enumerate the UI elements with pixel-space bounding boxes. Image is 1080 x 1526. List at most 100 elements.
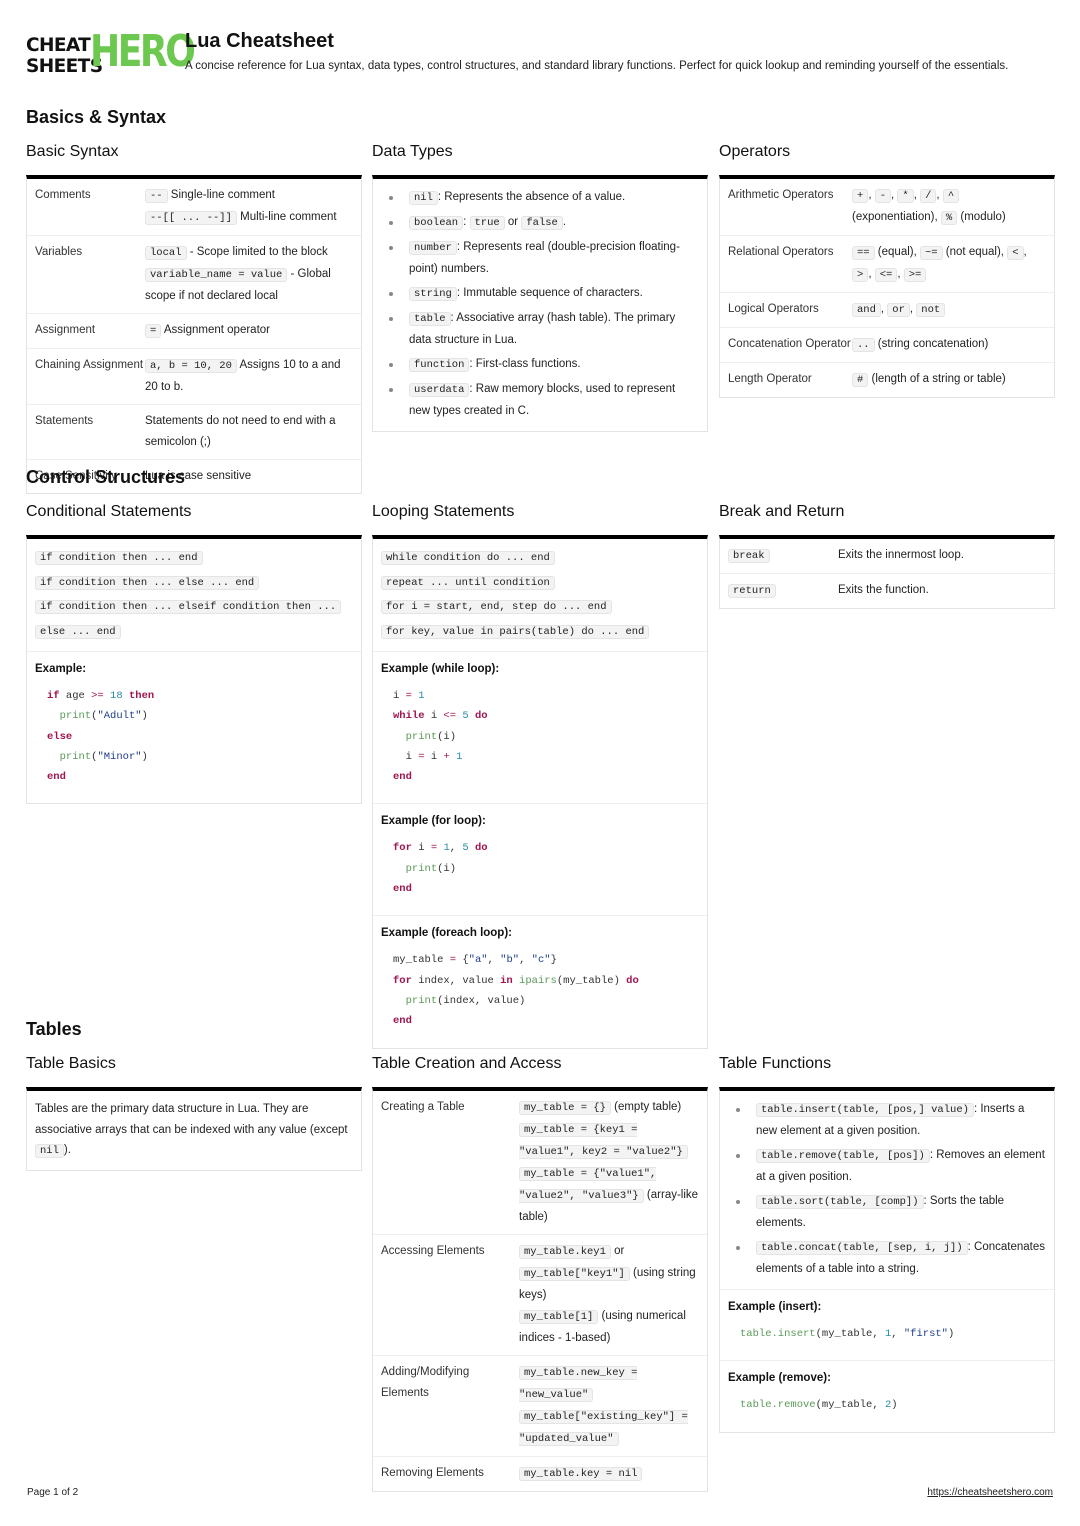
table-row: Arithmetic Operators +, -, *, /, ^ (expo… — [720, 179, 1054, 236]
table-row: break Exits the innermost loop. — [720, 539, 1054, 574]
card-title: Operators — [719, 143, 791, 160]
inline-code: / — [920, 189, 937, 203]
table-row: Comments -- Single-line comment --[[ ...… — [27, 179, 361, 236]
inline-code: == — [852, 246, 875, 260]
inline-code: + — [852, 189, 869, 203]
code-example-for: Example (for loop): for i = 1, 5 do prin… — [373, 804, 707, 917]
card-title: Looping Statements — [372, 503, 515, 520]
inline-code: true — [469, 216, 505, 230]
inline-code: function — [409, 358, 470, 372]
table-row: Chaining Assignment a, b = 10, 20 Assign… — [27, 349, 361, 405]
list-item: nil: Represents the absence of a value. — [387, 187, 699, 209]
card-title: Conditional Statements — [26, 503, 192, 520]
card-title: Table Creation and Access — [372, 1055, 562, 1072]
table-row: Assignment = Assignment operator — [27, 314, 361, 349]
inline-code: # — [852, 373, 869, 387]
table-row: Statements Statements do not need to end… — [27, 405, 361, 460]
inline-code: table.insert(table, [pos,] value) — [756, 1103, 974, 1117]
inline-code: variable_name = value — [145, 268, 288, 282]
inline-code: my_table = {"value1", "value2", "value3"… — [519, 1167, 657, 1203]
code-example-foreach: Example (foreach loop): my_table = {"a",… — [381, 927, 639, 1028]
logo-hero-text: HERO — [90, 26, 196, 77]
inline-code: * — [897, 189, 914, 203]
list-item: table.concat(table, [sep, i, j]): Concat… — [734, 1237, 1046, 1280]
inline-code: .. — [852, 338, 875, 352]
table-row: Variables local - Scope limited to the b… — [27, 236, 361, 314]
card-title: Table Functions — [719, 1055, 832, 1072]
inline-code: repeat ... until condition — [381, 575, 555, 590]
table-row: Logical Operators and, or, not — [720, 293, 1054, 328]
inline-code: my_table = {key1 = "value1", key2 = "val… — [519, 1123, 688, 1159]
inline-code: my_table["key1"] — [519, 1267, 630, 1281]
inline-code: table — [409, 312, 451, 326]
card-conditional: Conditional Statements if condition then… — [26, 501, 362, 805]
table-row: Creating a Table my_table = {} (empty ta… — [373, 1091, 707, 1235]
card-table-creation: Table Creation and Access Creating a Tab… — [372, 1053, 708, 1492]
page-description: A concise reference for Lua syntax, data… — [185, 60, 1009, 72]
table-row: Adding/Modifying Elements my_table.new_k… — [373, 1356, 707, 1457]
inline-code: ^ — [942, 189, 960, 203]
card-title: Data Types — [372, 143, 453, 160]
inline-code: my_table["existing_key"] = "updated_valu… — [519, 1410, 688, 1446]
page-header: CHEAT SHEETS HERO Lua Cheatsheet A concis… — [26, 28, 1056, 90]
table-row: Length Operator # (length of a string or… — [728, 373, 1006, 387]
inline-code: while condition do ... end — [381, 551, 555, 565]
card-title: Break and Return — [719, 503, 845, 520]
inline-code: if condition then ... end — [35, 551, 203, 565]
card-operators: Operators Arithmetic Operators +, -, *, … — [719, 141, 1055, 398]
code-example-remove: Example (remove): table.remove(my_table,… — [728, 1372, 898, 1412]
list-item: table.remove(table, [pos]): Removes an e… — [734, 1145, 1046, 1188]
inline-code: string — [409, 287, 457, 301]
inline-code: >= — [903, 268, 927, 282]
inline-code: a, b = 10, 20 — [145, 359, 237, 373]
inline-code: --[[ ... --]] — [145, 211, 237, 225]
inline-code: and — [852, 303, 881, 317]
page-number: Page 1 of 2 — [27, 1487, 79, 1498]
card-table-basics: Table Basics Tables are the primary data… — [26, 1053, 362, 1171]
inline-code: my_table = {} — [519, 1101, 611, 1115]
inline-code: > — [852, 268, 869, 282]
section-title-control: Control Structures — [26, 467, 186, 487]
card-data-types: Data Types nil: Represents the absence o… — [372, 141, 708, 432]
inline-code: for i = start, end, step do ... end — [381, 600, 612, 614]
inline-code: < — [1007, 246, 1024, 260]
inline-code: userdata — [409, 383, 470, 397]
inline-code: if condition then ... else ... end — [35, 575, 260, 590]
inline-code: if condition then ... elseif condition t… — [35, 600, 342, 614]
table-row: Accessing Elements my_table.key1 or my_t… — [373, 1235, 707, 1356]
inline-code: or — [887, 303, 910, 317]
inline-code: else ... end — [35, 624, 121, 639]
inline-code: boolean — [409, 216, 464, 230]
inline-code: my_table.key1 — [519, 1245, 611, 1259]
inline-code: my_table.new_key = "new_value" — [519, 1366, 638, 1402]
inline-code: my_table[1] — [519, 1310, 599, 1324]
inline-code: for key, value in pairs(table) do ... en… — [381, 624, 650, 639]
card-title: Table Basics — [26, 1055, 116, 1072]
code-example-while: Example (while loop): i = 1 while i <= 5… — [373, 652, 707, 805]
cheatsheetshero-logo[interactable]: CHEAT SHEETS HERO — [26, 28, 196, 78]
inline-code: local — [145, 246, 187, 260]
inline-code: -- — [145, 189, 168, 203]
inline-code: nil — [35, 1144, 64, 1158]
inline-code: return — [728, 584, 776, 598]
list-item: boolean: true or false. — [387, 212, 699, 234]
code-example: Example: if age >= 18 then print("Adult"… — [35, 663, 155, 784]
list-item: table.sort(table, [comp]): Sorts the tab… — [734, 1191, 1046, 1234]
card-table-functions: Table Functions table.insert(table, [pos… — [719, 1053, 1055, 1433]
inline-code: false — [521, 216, 563, 230]
inline-code: - — [874, 189, 892, 203]
site-link[interactable]: https://cheatsheetshero.com — [927, 1487, 1053, 1498]
section-title-tables: Tables — [26, 1019, 82, 1039]
inline-code: ~= — [920, 246, 943, 260]
page-title: Lua Cheatsheet — [185, 30, 334, 52]
card-break-return: Break and Return break Exits the innermo… — [719, 501, 1055, 609]
inline-code: table.sort(table, [comp]) — [756, 1195, 924, 1209]
inline-code: table.remove(table, [pos]) — [756, 1149, 930, 1163]
code-example-insert: Example (insert): table.insert(my_table,… — [720, 1290, 1054, 1362]
card-title: Basic Syntax — [26, 143, 119, 160]
inline-code: not — [916, 303, 946, 317]
table-row: Removing Elements my_table.key = nil — [373, 1457, 707, 1491]
inline-code: = — [145, 324, 162, 338]
list-item: function: First-class functions. — [387, 354, 699, 376]
inline-code: number — [409, 241, 457, 255]
